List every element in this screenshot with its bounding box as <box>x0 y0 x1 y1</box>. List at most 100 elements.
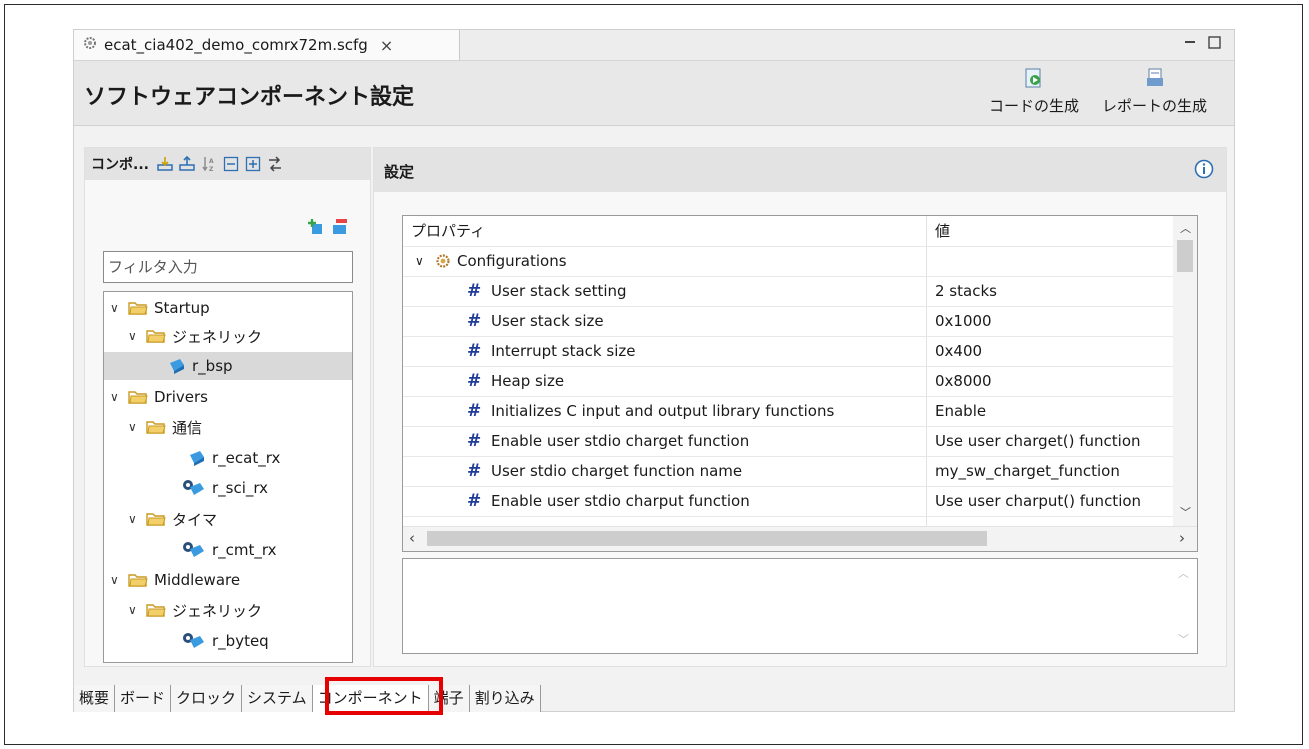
property-value[interactable]: 2 stacks <box>935 276 997 306</box>
tree-item-generic-2[interactable]: ∨ ジェネリック <box>128 596 262 624</box>
component-config-icon <box>182 632 206 650</box>
tree-item-drivers[interactable]: ∨ Drivers <box>110 383 208 411</box>
chevron-down-icon[interactable]: ∨ <box>110 573 124 587</box>
tree-item-r-sci-rx[interactable]: r_sci_rx <box>182 474 268 502</box>
generate-code-label: コードの生成 <box>989 97 1080 115</box>
hash-icon: # <box>467 461 482 481</box>
chevron-down-icon[interactable]: ∨ <box>110 301 124 315</box>
tree-item-middleware[interactable]: ∨ Middleware <box>110 566 240 594</box>
component-panel-toolbar: コンポ... AZ <box>85 148 370 180</box>
highlight-box <box>325 677 443 715</box>
tab-clock[interactable]: クロック <box>171 685 243 712</box>
property-value[interactable]: 0x8000 <box>935 366 992 396</box>
component-tree: ∨ Startup ∨ ジェネリック r_bsp ∨ Drivers ∨ 通信 … <box>103 291 353 663</box>
table-row[interactable]: # Heap size 0x8000 <box>403 366 1173 397</box>
horizontal-scrollbar[interactable]: ‹ › <box>403 526 1197 551</box>
scroll-right-icon[interactable]: › <box>1179 529 1185 547</box>
property-name: User stack setting <box>491 282 627 300</box>
tab-board[interactable]: ボード <box>115 685 172 712</box>
component-config-icon <box>182 479 206 497</box>
property-name: Enable user stdio charget function <box>491 432 750 450</box>
filter-input[interactable]: フィルタ入力 <box>103 251 353 283</box>
table-row[interactable]: # Enable user stdio charput function Use… <box>403 486 1173 517</box>
tree-item-label: r_ecat_rx <box>212 449 281 467</box>
chevron-down-icon[interactable]: ∨ <box>128 512 142 526</box>
scroll-left-icon[interactable]: ‹ <box>409 529 415 547</box>
property-value[interactable]: 0x1000 <box>935 306 992 336</box>
property-value[interactable]: Use user charget() function <box>935 426 1173 456</box>
export-icon[interactable] <box>179 156 195 172</box>
scroll-down-icon[interactable]: ﹀ <box>1180 504 1191 520</box>
property-value[interactable]: Use user charput() function <box>935 486 1173 516</box>
expand-all-icon[interactable] <box>245 156 261 172</box>
column-header-value: 値 <box>935 222 951 240</box>
tree-item-label: ジェネリック <box>172 327 263 346</box>
add-component-icon[interactable] <box>307 218 325 240</box>
link-toggle-icon[interactable] <box>267 156 283 172</box>
generate-report-button[interactable]: レポートの生成 <box>1102 67 1207 116</box>
table-row[interactable]: # Enable user stdio charget function Use… <box>403 426 1173 457</box>
hash-icon: # <box>467 371 482 391</box>
tree-item-label: ジェネリック <box>172 601 263 620</box>
info-icon[interactable] <box>1194 159 1214 183</box>
tree-item-r-bsp[interactable]: r_bsp <box>104 352 352 380</box>
folder-icon <box>146 511 166 527</box>
editor-tab-title: ecat_cia402_demo_comrx72m.scfg <box>104 36 368 54</box>
scroll-up-icon[interactable]: ︿ <box>1180 220 1191 236</box>
tree-item-r-cmt-rx[interactable]: r_cmt_rx <box>182 536 277 564</box>
chevron-down-icon[interactable]: ∨ <box>415 246 424 276</box>
tree-item-timer[interactable]: ∨ タイマ <box>128 505 217 533</box>
property-name: Enable user stdio charput function <box>491 492 750 510</box>
table-row[interactable]: # Interrupt stack size 0x400 <box>403 336 1173 367</box>
vertical-scrollbar[interactable]: ︿ ﹀ <box>1173 216 1197 526</box>
scrollbar-thumb[interactable] <box>427 531 987 546</box>
property-value[interactable]: 0x400 <box>935 336 982 366</box>
tab-interrupts[interactable]: 割り込み <box>469 685 541 712</box>
property-value[interactable]: Enable <box>935 396 986 426</box>
bottom-tab-bar: 概要 ボード クロック システム コンポーネント 端子 割り込み <box>74 685 541 712</box>
editor-tab-bar: ecat_cia402_demo_comrx72m.scfg × <box>74 30 1234 61</box>
import-icon[interactable] <box>157 156 173 172</box>
tree-item-communication[interactable]: ∨ 通信 <box>128 413 202 441</box>
remove-component-icon[interactable] <box>331 218 349 240</box>
group-row-configurations[interactable]: ∨ Configurations <box>403 246 1173 277</box>
tree-item-r-byteq[interactable]: r_byteq <box>182 627 269 655</box>
folder-icon <box>146 602 166 618</box>
maximize-icon[interactable] <box>1208 36 1221 53</box>
chevron-down-icon[interactable]: ∨ <box>110 390 124 404</box>
chevron-down-icon[interactable]: ∨ <box>128 420 142 434</box>
tree-item-r-ecat-rx[interactable]: r_ecat_rx <box>186 444 280 472</box>
scroll-down-icon[interactable]: ﹀ <box>1178 631 1189 647</box>
tree-item-startup[interactable]: ∨ Startup <box>110 294 210 322</box>
table-row[interactable]: # User stack size 0x1000 <box>403 306 1173 337</box>
svg-text:Z: Z <box>209 166 214 172</box>
description-box: ︿ ﹀ <box>402 558 1198 654</box>
config-editor: ecat_cia402_demo_comrx72m.scfg × ソフトウェアコ… <box>73 29 1235 715</box>
property-table: プロパティ 値 ∨ Configurations # User stack se… <box>402 215 1198 552</box>
generate-code-button[interactable]: コードの生成 <box>989 67 1079 116</box>
scrollbar-thumb[interactable] <box>1177 240 1193 272</box>
table-row[interactable]: # Initializes C input and output library… <box>403 396 1173 427</box>
hash-icon: # <box>467 431 482 451</box>
gear-icon <box>435 253 451 269</box>
chevron-down-icon[interactable]: ∨ <box>128 603 142 617</box>
column-header-property: プロパティ <box>411 222 486 240</box>
chevron-down-icon[interactable]: ∨ <box>128 329 142 343</box>
property-value[interactable]: my_sw_charget_function <box>935 456 1173 486</box>
generate-report-label: レポートの生成 <box>1102 97 1208 115</box>
collapse-all-icon[interactable] <box>223 156 239 172</box>
hash-icon: # <box>467 491 482 511</box>
editor-tab[interactable]: ecat_cia402_demo_comrx72m.scfg × <box>74 30 460 60</box>
component-icon <box>166 357 186 375</box>
sort-icon[interactable]: AZ <box>201 156 217 172</box>
table-row[interactable]: # User stack setting 2 stacks <box>403 276 1173 307</box>
table-row[interactable]: # User stdio charget function name my_sw… <box>403 456 1173 487</box>
tab-overview[interactable]: 概要 <box>74 685 116 712</box>
minimize-icon[interactable] <box>1184 36 1196 52</box>
close-icon[interactable]: × <box>380 36 393 55</box>
tree-item-generic[interactable]: ∨ ジェネリック <box>128 322 262 350</box>
group-label: Configurations <box>457 252 567 270</box>
scroll-up-icon[interactable]: ︿ <box>1178 565 1189 581</box>
tab-system[interactable]: システム <box>242 685 313 712</box>
hash-icon: # <box>467 281 482 301</box>
